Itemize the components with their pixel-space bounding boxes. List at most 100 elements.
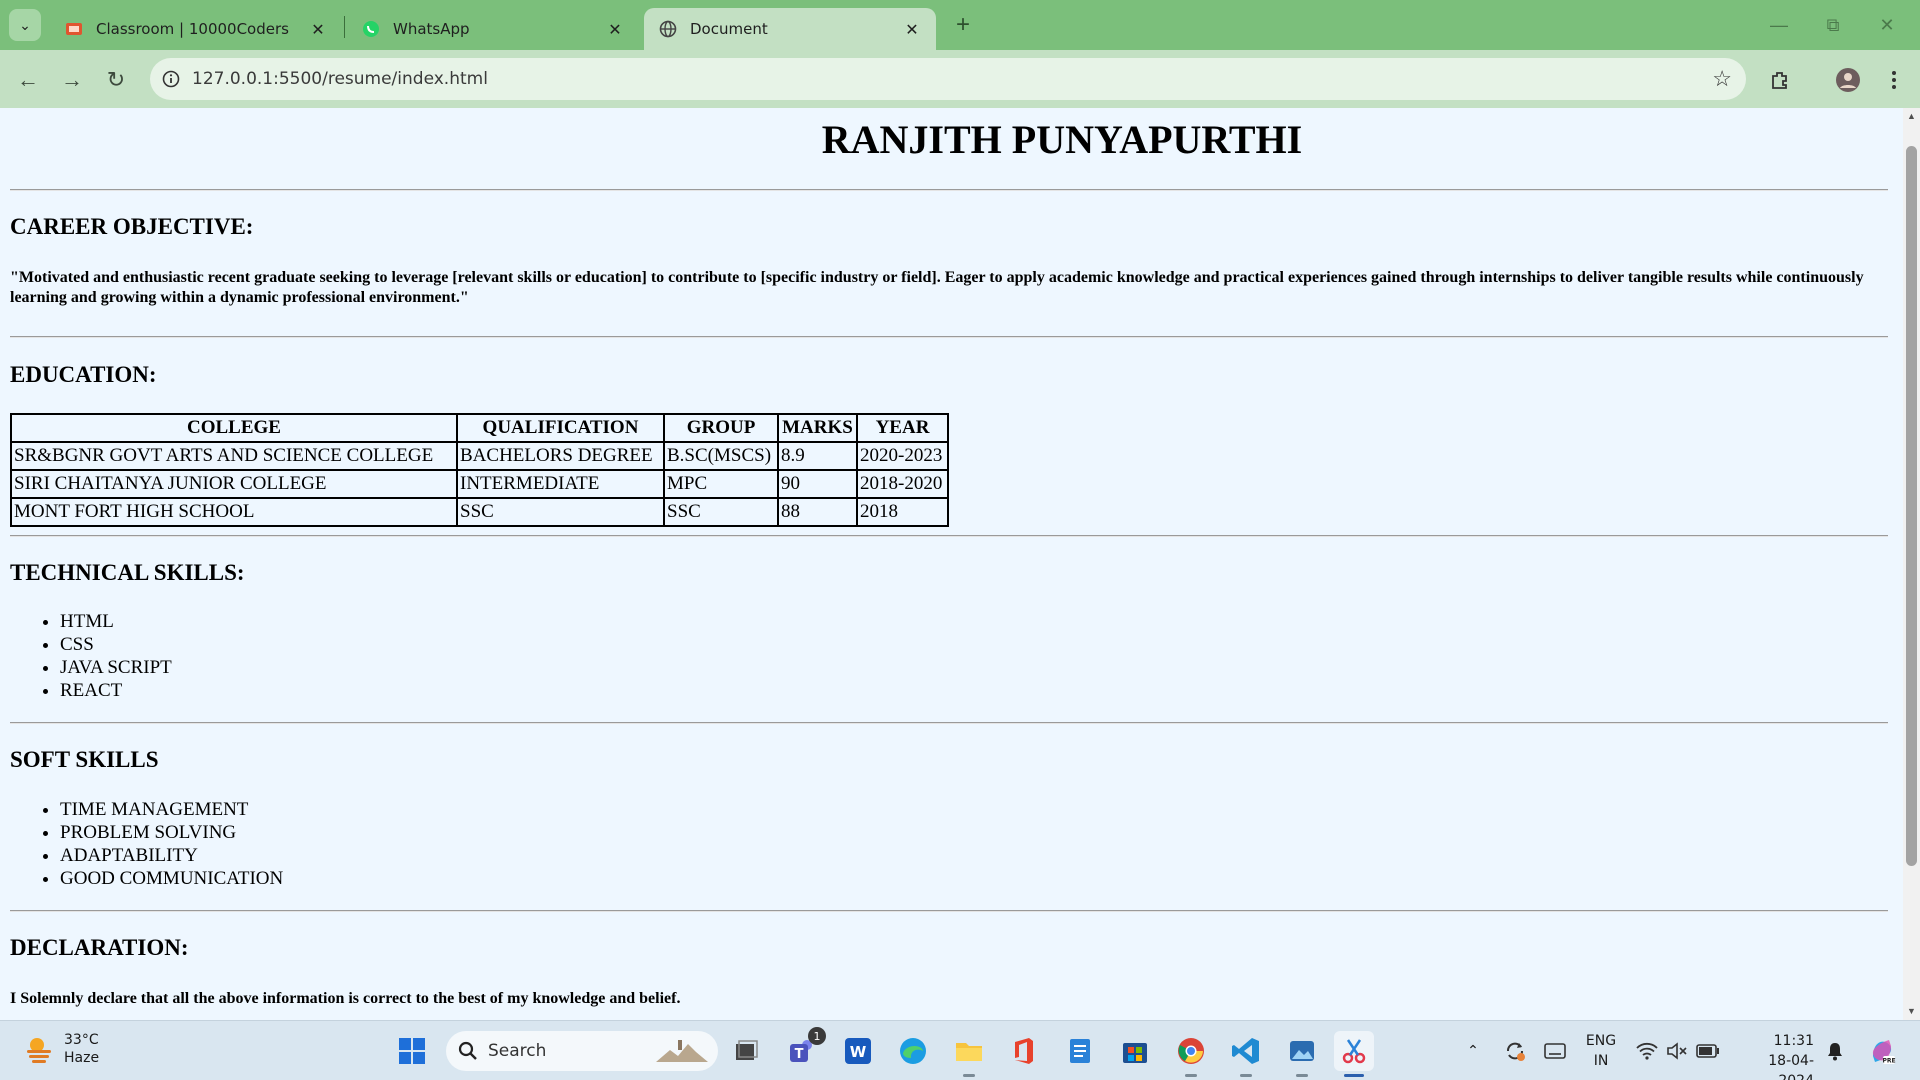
menu-kebab-icon[interactable] [1878,64,1910,96]
back-button[interactable]: ← [12,64,44,96]
tab-search-button[interactable]: ⌄ [9,9,41,41]
classroom-icon [64,19,84,39]
resume-name: RANJITH PUNYAPURTHI [821,117,1303,162]
address-bar[interactable]: 127.0.0.1:5500/resume/index.html ☆ [150,58,1746,100]
scroll-down-icon[interactable]: ▼ [1907,1006,1916,1016]
tab-document[interactable]: Document ✕ [644,8,936,50]
keyboard-icon[interactable] [1540,1021,1570,1080]
tab-title: Classroom | 10000Coders [96,20,289,38]
language-indicator[interactable]: ENG IN [1580,1031,1622,1071]
tab-classroom[interactable]: Classroom | 10000Coders ✕ [50,8,342,50]
site-info-icon[interactable] [150,58,192,100]
table-cell: SIRI CHAITANYA JUNIOR COLLEGE [10,469,458,499]
tab-whatsapp[interactable]: WhatsApp ✕ [347,8,639,50]
chevron-up-icon: ⌃ [1467,1043,1479,1059]
scroll-up-icon[interactable]: ▲ [1907,111,1916,121]
close-icon[interactable]: ✕ [308,19,328,39]
technical-skills-list: HTML CSS JAVA SCRIPT REACT [60,610,172,702]
career-objective-heading: CAREER OBJECTIVE: [10,214,254,239]
wifi-icon[interactable] [1634,1021,1660,1080]
close-window-button[interactable]: ✕ [1864,8,1910,42]
sync-icon[interactable] [1500,1021,1530,1080]
education-table: COLLEGE QUALIFICATION GROUP MARKS YEAR S… [10,413,949,527]
battery-icon[interactable] [1694,1021,1722,1080]
vscode-icon [1232,1038,1259,1064]
notifications-bell-icon[interactable] [1822,1021,1848,1080]
forward-button[interactable]: → [56,64,88,96]
scroll-thumb[interactable] [1906,146,1917,866]
list-item: CSS [60,633,172,656]
bookmark-star-icon[interactable]: ☆ [1712,66,1732,92]
office-app[interactable] [1004,1031,1044,1071]
store-app[interactable] [1115,1031,1155,1071]
list-item: HTML [60,610,172,633]
clock[interactable]: 11:31 18-04-2024 [1736,1031,1814,1080]
list-item: JAVA SCRIPT [60,656,172,679]
copilot-icon[interactable]: PRE [1864,1021,1900,1080]
list-item: ADAPTABILITY [60,844,283,867]
taskbar: 33°C Haze Search T 1 W ⌃ ENG IN 11:31 18… [0,1020,1920,1080]
new-tab-button[interactable]: + [948,10,978,40]
chevron-down-icon: ⌄ [19,16,31,33]
notification-badge: 1 [808,1027,826,1045]
notepad-app[interactable] [1060,1031,1100,1071]
list-item: REACT [60,679,172,702]
divider [10,535,1888,537]
soft-skills-heading: SOFT SKILLS [10,747,159,772]
globe-icon [658,19,678,39]
column-header: MARKS [777,413,858,443]
volume-muted-icon[interactable] [1664,1021,1690,1080]
running-indicator [1296,1074,1308,1077]
snipping-tool-app[interactable] [1334,1031,1374,1077]
column-header: YEAR [856,413,949,443]
table-cell: B.SC(MSCS) [663,441,779,471]
vertical-scrollbar[interactable]: ▲ ▼ [1903,108,1920,1020]
table-cell: 88 [777,497,858,527]
weather-widget[interactable]: 33°C Haze [24,1031,99,1067]
photos-app[interactable] [1282,1031,1322,1077]
restore-button[interactable]: ⧉ [1810,8,1856,42]
windows-icon [399,1038,425,1064]
edge-app[interactable] [893,1031,933,1071]
search-icon [458,1041,477,1060]
running-indicator [1344,1074,1364,1077]
table-cell: 2018 [856,497,949,527]
extensions-icon[interactable] [1764,64,1796,96]
running-indicator [1240,1074,1252,1077]
clock-time: 11:31 [1773,1033,1814,1049]
show-hidden-icons-button[interactable]: ⌃ [1460,1021,1486,1080]
reload-button[interactable]: ↻ [100,64,132,96]
word-app[interactable]: W [838,1031,878,1071]
divider [10,910,1888,912]
haze-icon [27,1038,51,1063]
search-highlight-icon [656,1040,708,1062]
table-cell: 8.9 [777,441,858,471]
profile-avatar[interactable] [1832,64,1864,96]
start-button[interactable] [392,1031,432,1071]
reload-icon: ↻ [106,67,126,92]
photos-icon [1290,1041,1314,1061]
career-objective-text: "Motivated and enthusiastic recent gradu… [10,269,1864,306]
vscode-app[interactable] [1226,1031,1266,1077]
taskbar-search[interactable]: Search [446,1031,718,1071]
close-icon[interactable]: ✕ [605,19,625,39]
column-header: COLLEGE [10,413,458,443]
task-view-button[interactable] [726,1031,766,1071]
tab-title: WhatsApp [393,20,470,38]
tab-title: Document [690,20,768,38]
close-icon: ✕ [1879,14,1895,35]
tab-strip: ⌄ Classroom | 10000Coders ✕ WhatsApp ✕ D… [0,0,1920,50]
url-text[interactable]: 127.0.0.1:5500/resume/index.html [192,69,488,89]
minimize-button[interactable]: — [1756,8,1802,42]
snipping-tool-icon [1342,1039,1366,1064]
column-header: QUALIFICATION [456,413,665,443]
file-explorer-app[interactable] [949,1031,989,1077]
plus-icon: + [955,11,970,38]
chrome-app[interactable] [1171,1031,1211,1077]
word-icon: W [845,1038,871,1064]
search-label: Search [488,1041,547,1061]
running-indicator [963,1074,975,1077]
teams-app[interactable]: T 1 [782,1027,826,1071]
soft-skills-list: TIME MANAGEMENT PROBLEM SOLVING ADAPTABI… [60,798,283,890]
close-icon[interactable]: ✕ [902,19,922,39]
